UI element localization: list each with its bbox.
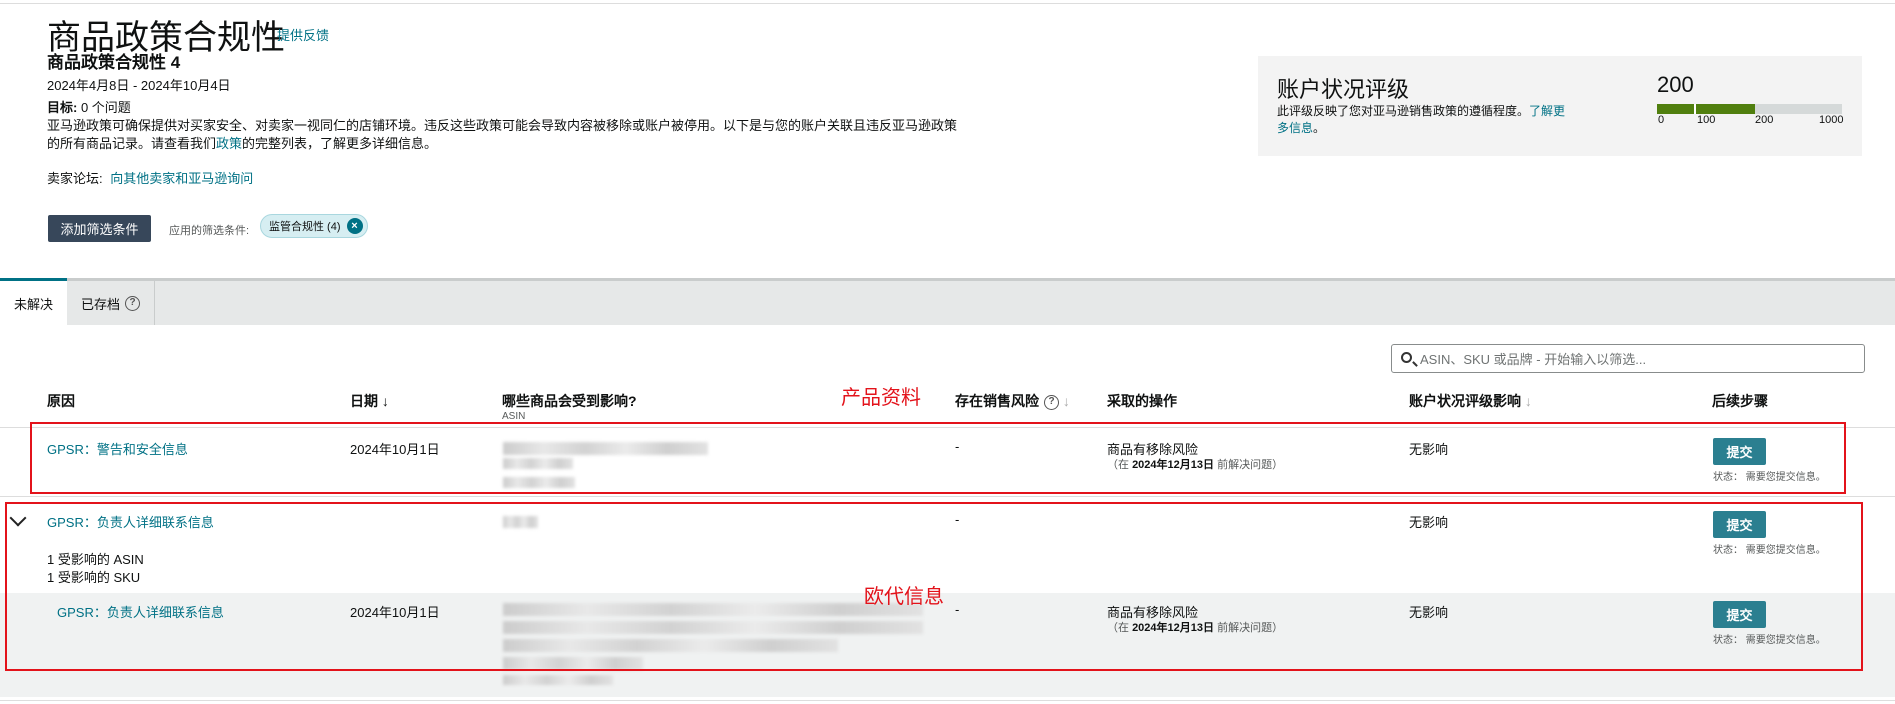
tab-unresolved[interactable]: 未解决: [0, 278, 68, 325]
col-next: 后续步骤: [1712, 393, 1768, 409]
policy-link[interactable]: 政策: [216, 136, 242, 151]
target-line: 目标: 0 个问题: [47, 97, 131, 116]
page-subtitle: 商品政策合规性 4: [47, 53, 181, 72]
col-risk-label: 存在销售风险: [955, 393, 1039, 409]
target-label: 目标:: [47, 100, 78, 115]
annotation-label-product: 产品资料: [841, 387, 921, 409]
top-divider: [0, 3, 1895, 4]
health-score: 200: [1657, 72, 1694, 97]
col-affected: 哪些商品会受到影响?: [502, 393, 637, 409]
forum-link[interactable]: 向其他卖家和亚马逊询问: [110, 171, 253, 186]
tick-0: 0: [1658, 114, 1665, 126]
policy-description: 亚马逊政策可确保提供对买家安全、对卖家一视同仁的店铺环境。违反这些政策可能会导致…: [47, 117, 967, 153]
tabs-bar: [0, 278, 1895, 325]
tick-1000: 1000: [1819, 114, 1844, 126]
col-impact[interactable]: 账户状况评级影响 ↓: [1409, 391, 1532, 411]
target-value: 0 个问题: [80, 100, 131, 115]
blurred-asin: [503, 675, 613, 685]
health-score-bar: [1657, 104, 1842, 114]
col-date-label: 日期: [350, 393, 378, 409]
tick-200: 200: [1755, 114, 1774, 126]
help-icon[interactable]: ?: [1044, 394, 1059, 410]
annotation-box-product: [30, 422, 1846, 494]
search-input[interactable]: ASIN、SKU 或品牌 - 开始输入以筛选...: [1391, 344, 1865, 373]
health-desc-end: 。: [1313, 121, 1326, 135]
row-divider: [0, 700, 1895, 701]
help-icon[interactable]: ?: [125, 295, 141, 311]
col-risk[interactable]: 存在销售风险? ↓: [955, 391, 1070, 411]
bar-divider: [1694, 104, 1696, 114]
description-text: 亚马逊政策可确保提供对买家安全、对卖家一视同仁的店铺环境。违反这些政策可能会导致…: [47, 118, 958, 151]
health-desc-text: 此评级反映了您对亚马逊销售政策的遵循程度。: [1277, 104, 1530, 118]
col-impact-label: 账户状况评级影响: [1409, 393, 1521, 409]
add-filter-button[interactable]: 添加筛选条件: [48, 215, 151, 242]
annotation-label-eu-rep: 欧代信息: [864, 586, 944, 608]
filter-chip-label: 监管合规性 (4): [269, 221, 341, 233]
close-circle-icon[interactable]: ×: [346, 218, 363, 234]
search-icon: [1401, 352, 1412, 363]
applied-filters-label: 应用的筛选条件:: [169, 225, 250, 237]
seller-forum: 卖家论坛: 向其他卖家和亚马逊询问: [47, 168, 253, 187]
search-placeholder: ASIN、SKU 或品牌 - 开始输入以筛选...: [1420, 352, 1647, 367]
col-action: 采取的操作: [1107, 393, 1177, 409]
tab-archived-label: 已存档: [81, 296, 121, 312]
col-affected-sub: ASIN: [502, 411, 526, 422]
health-description: 此评级反映了您对亚马逊销售政策的遵循程度。了解更多信息。: [1277, 103, 1577, 137]
sort-icon: ↓: [1524, 393, 1532, 409]
health-title: 账户状况评级: [1277, 77, 1410, 102]
row-divider: [0, 496, 1895, 497]
filter-chip: 监管合规性 (4) ×: [260, 214, 368, 238]
tick-100: 100: [1697, 114, 1716, 126]
description-text-end: 的完整列表，了解更多详细信息。: [242, 136, 438, 151]
date-range: 2024年4月8日 - 2024年10月4日: [47, 78, 231, 93]
col-reason: 原因: [47, 393, 75, 409]
sort-down-icon: ↓: [381, 393, 389, 409]
forum-label: 卖家论坛:: [47, 171, 103, 186]
tab-archived[interactable]: 已存档 ?: [67, 281, 156, 325]
health-score-fill: [1657, 104, 1755, 114]
col-date[interactable]: 日期 ↓: [350, 391, 389, 411]
feedback-link[interactable]: 提供反馈: [277, 25, 329, 44]
sort-icon: ↓: [1062, 393, 1070, 409]
